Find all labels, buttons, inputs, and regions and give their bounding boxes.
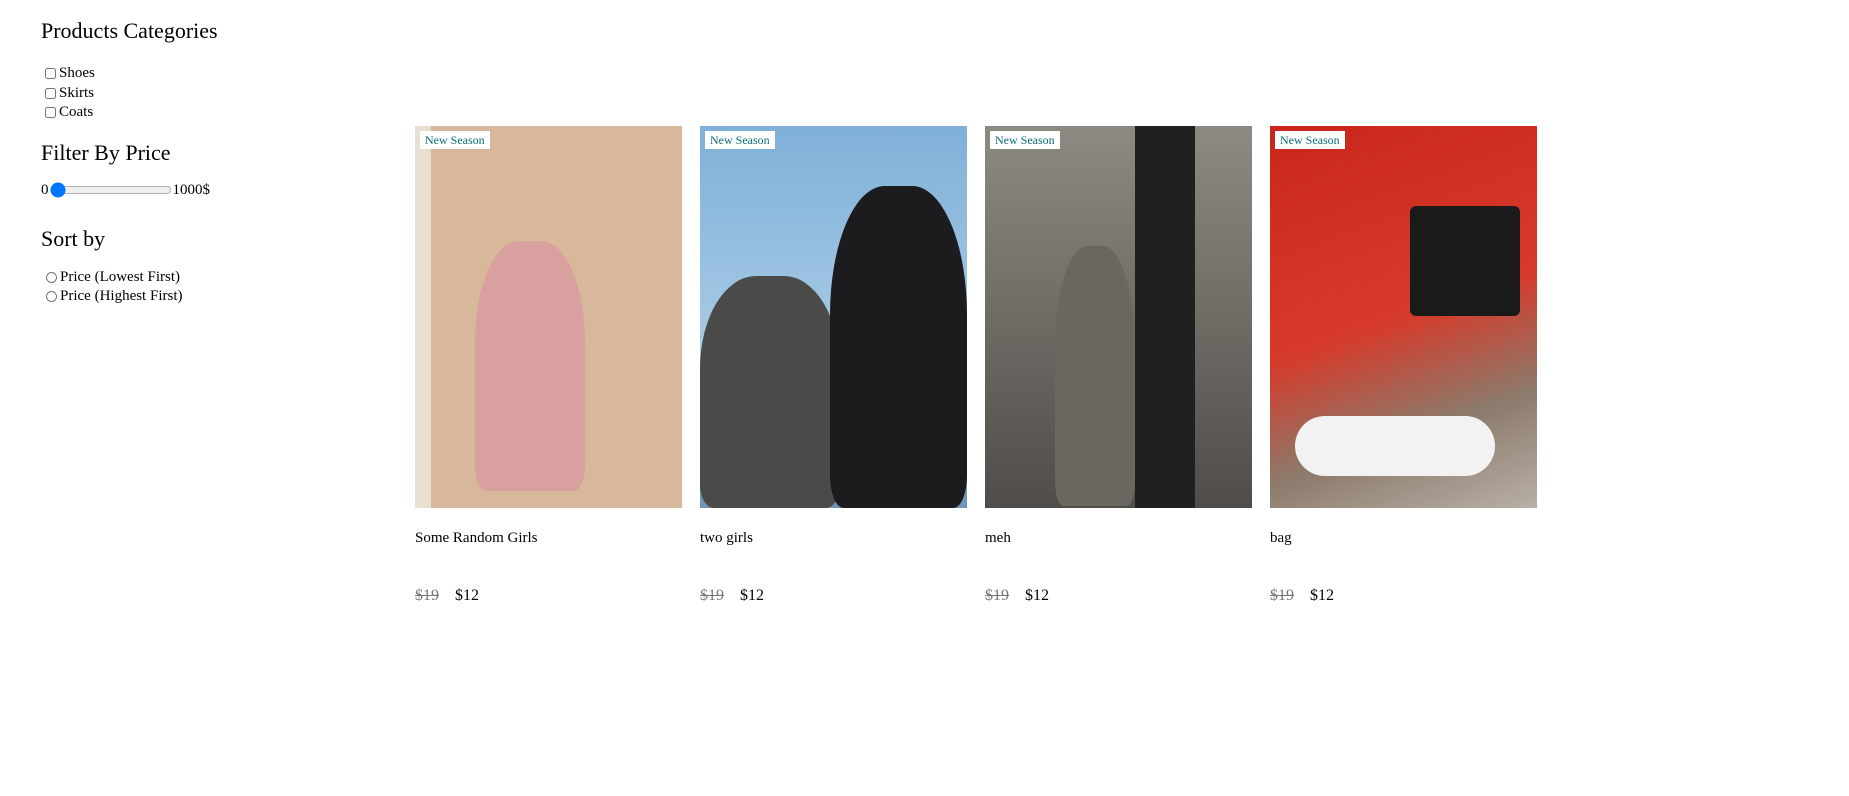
product-grid: New Season Some Random Girls $19 $12 New … [415, 126, 1537, 605]
skirts-checkbox[interactable] [45, 87, 56, 99]
product-title[interactable]: bag [1270, 530, 1537, 550]
sort-options: Price (Lowest First) Price (Highest Firs… [46, 268, 361, 307]
sort-highest-radio[interactable] [46, 291, 57, 303]
price-min-label: 0 [41, 181, 49, 198]
product-price: $19 $12 [700, 587, 967, 605]
sale-price: $12 [455, 587, 479, 604]
sort-label: Price (Highest First) [60, 288, 183, 304]
sort-heading: Sort by [41, 225, 106, 251]
product-title[interactable]: two girls [700, 530, 967, 550]
price-filter-heading: Filter By Price [41, 139, 171, 165]
old-price: $19 [415, 587, 439, 604]
product-card[interactable]: New Season two girls $19 $12 [700, 126, 967, 605]
product-card[interactable]: New Season Some Random Girls $19 $12 [415, 126, 682, 605]
new-season-badge: New Season [705, 131, 775, 149]
price-max-label: 1000$ [172, 181, 211, 198]
new-season-badge: New Season [990, 131, 1060, 149]
product-title[interactable]: meh [985, 530, 1252, 550]
sale-price: $12 [1310, 587, 1334, 604]
product-price: $19 $12 [415, 587, 682, 605]
category-list: Shoes Skirts Coats [45, 64, 361, 123]
price-filter: 0 1000$ [41, 182, 361, 199]
old-price: $19 [700, 587, 724, 604]
sort-highest-first[interactable]: Price (Highest First) [46, 287, 361, 307]
shoes-checkbox[interactable] [45, 68, 56, 80]
sale-price: $12 [740, 587, 764, 604]
sort-lowest-first[interactable]: Price (Lowest First) [46, 268, 361, 288]
category-label: Coats [59, 104, 94, 120]
product-image[interactable]: New Season [985, 126, 1252, 508]
product-price: $19 $12 [985, 587, 1252, 605]
filter-sidebar: Products Categories Shoes Skirts Coats F… [41, 16, 361, 307]
product-image[interactable]: New Season [700, 126, 967, 508]
category-skirts[interactable]: Skirts [45, 84, 361, 104]
old-price: $19 [1270, 587, 1294, 604]
new-season-badge: New Season [1275, 131, 1345, 149]
category-shoes[interactable]: Shoes [45, 64, 361, 84]
price-slider[interactable] [49, 182, 172, 198]
product-card[interactable]: New Season bag $19 $12 [1270, 126, 1537, 605]
product-image[interactable]: New Season [415, 126, 682, 508]
category-label: Skirts [59, 84, 95, 101]
sort-lowest-radio[interactable] [46, 271, 57, 283]
sale-price: $12 [1025, 587, 1049, 604]
sort-label: Price (Lowest First) [60, 268, 180, 285]
product-image[interactable]: New Season [1270, 126, 1537, 508]
old-price: $19 [985, 587, 1009, 604]
category-label: Shoes [59, 65, 95, 81]
new-season-badge: New Season [420, 131, 490, 149]
coats-checkbox[interactable] [45, 107, 56, 119]
product-price: $19 $12 [1270, 587, 1537, 605]
product-card[interactable]: New Season meh $19 $12 [985, 126, 1252, 605]
categories-heading: Products Categories [41, 18, 218, 43]
category-coats[interactable]: Coats [45, 103, 361, 123]
product-title[interactable]: Some Random Girls [415, 530, 682, 550]
